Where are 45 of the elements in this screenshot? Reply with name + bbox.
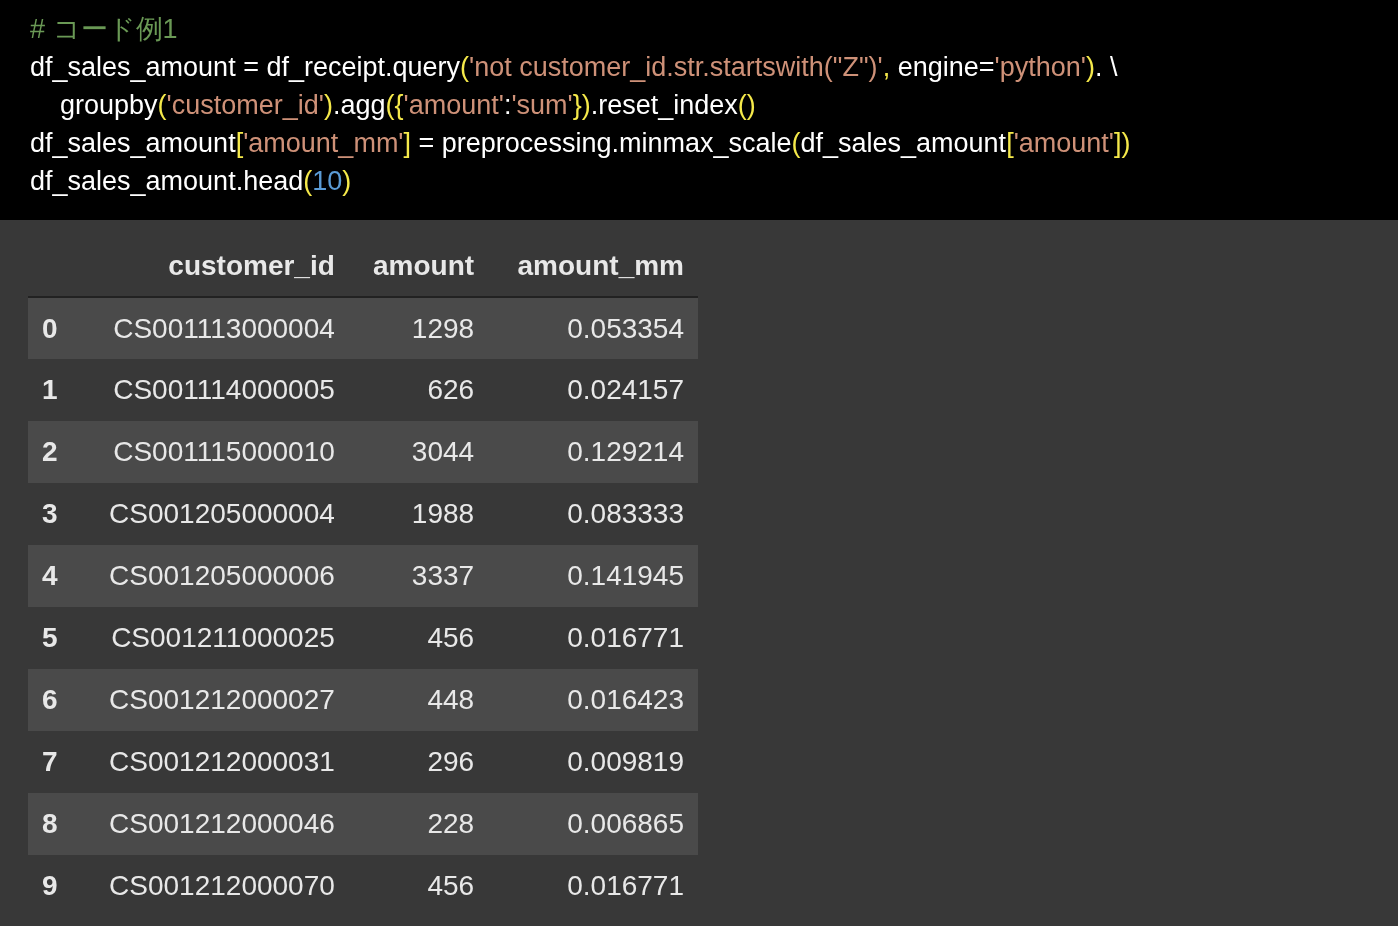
- row-index: 8: [28, 793, 75, 855]
- code-line: df_sales_amount = df_receipt.query('not customer_id.str.startswith("Z")', engine='python'). \: [30, 51, 1119, 84]
- code-line: df_sales_amount.head(10): [30, 165, 353, 198]
- table-cell: 0.006865: [488, 793, 698, 855]
- row-index: 1: [28, 359, 75, 421]
- table-cell: 3337: [348, 545, 489, 607]
- table-cell: CS001211000025: [75, 607, 349, 669]
- table-cell: CS001212000031: [75, 731, 349, 793]
- table-cell: 228: [348, 793, 489, 855]
- row-index: 6: [28, 669, 75, 731]
- table-cell: 626: [348, 359, 489, 421]
- table-cell: 0.129214: [488, 421, 698, 483]
- row-index: 2: [28, 421, 75, 483]
- table-cell: 0.141945: [488, 545, 698, 607]
- table-cell: 0.053354: [488, 297, 698, 359]
- table-cell: 0.009819: [488, 731, 698, 793]
- table-cell: CS001115000010: [75, 421, 349, 483]
- code-line: groupby('customer_id').agg({'amount':'sum'}).reset_index(): [59, 89, 757, 122]
- table-cell: 0.016771: [488, 607, 698, 669]
- table-cell: 0.024157: [488, 359, 698, 421]
- row-index: 3: [28, 483, 75, 545]
- row-index: 0: [28, 297, 75, 359]
- table-cell: CS001212000070: [75, 855, 349, 917]
- table-cell: 456: [348, 607, 489, 669]
- table-cell: 448: [348, 669, 489, 731]
- table-cell: 0.016423: [488, 669, 698, 731]
- row-index: 5: [28, 607, 75, 669]
- code-comment: # コード例1: [30, 13, 179, 46]
- table-cell: 1988: [348, 483, 489, 545]
- table-cell: CS001205000006: [75, 545, 349, 607]
- table-cell: CS001205000004: [75, 483, 349, 545]
- table-cell: 3044: [348, 421, 489, 483]
- table-cell: 1298: [348, 297, 489, 359]
- table-cell: CS001114000005: [75, 359, 349, 421]
- table-cell: 296: [348, 731, 489, 793]
- table-cell: 0.016771: [488, 855, 698, 917]
- row-index: 7: [28, 731, 75, 793]
- table-cell: 456: [348, 855, 489, 917]
- table-cell: CS001113000004: [75, 297, 349, 359]
- row-index: 4: [28, 545, 75, 607]
- table-cell: CS001212000027: [75, 669, 349, 731]
- table-cell: CS001212000046: [75, 793, 349, 855]
- row-index: 9: [28, 855, 75, 917]
- code-line: df_sales_amount['amount_mm'] = preprocessing.minmax_scale(df_sales_amount['amount']): [30, 127, 1132, 160]
- table-cell: 0.083333: [488, 483, 698, 545]
